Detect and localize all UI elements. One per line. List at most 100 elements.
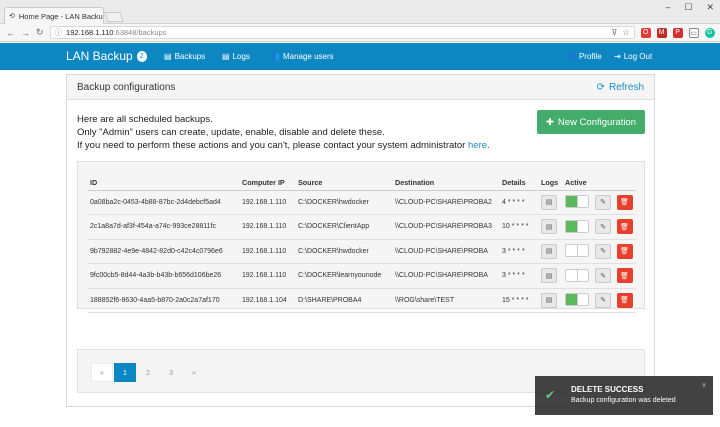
nav-backups[interactable]: ▤ Backups bbox=[164, 52, 205, 61]
delete-button[interactable]: 🗑 bbox=[616, 268, 633, 284]
view-logs-button[interactable]: ▤ bbox=[541, 219, 557, 235]
active-toggle[interactable] bbox=[565, 219, 589, 233]
info-icon[interactable]: ⓘ bbox=[55, 27, 63, 38]
pencil-icon: ✎ bbox=[600, 297, 606, 305]
nav-users-label: Manage users bbox=[282, 52, 334, 61]
pagination-next[interactable]: » bbox=[183, 363, 205, 382]
intro-text: Here are all scheduled backups. Only "Ad… bbox=[77, 113, 490, 152]
logs-icon: ▤ bbox=[545, 297, 553, 305]
url-field[interactable]: ⓘ 192.168.1.110:63848/backups ⊽ ☆ bbox=[49, 26, 635, 39]
table-row: 2c1a8a7d-af3f-454a-a74c-993ce28811fc 192.… bbox=[88, 214, 636, 240]
cell-active bbox=[563, 214, 593, 240]
trash-icon: 🗑 bbox=[620, 248, 629, 256]
nav-backups-label: Backups bbox=[174, 52, 206, 61]
mail-extension-icon[interactable]: M bbox=[656, 27, 667, 38]
cell-details: 3 * * * * bbox=[500, 263, 539, 289]
delete-button[interactable]: 🗑 bbox=[616, 292, 633, 308]
pagination-page[interactable]: 2 bbox=[137, 363, 159, 382]
cell-source: C:\DOCKER\hwdocker bbox=[296, 239, 393, 264]
browser-tab[interactable]: ⟲ Home Page - LAN Backu × bbox=[4, 7, 104, 24]
opera-extension-icon[interactable]: O bbox=[640, 27, 651, 38]
new-tab-button[interactable] bbox=[104, 12, 124, 22]
column-header: Source bbox=[296, 176, 393, 191]
logs-icon: ▤ bbox=[545, 199, 553, 207]
view-logs-button[interactable]: ▤ bbox=[541, 194, 557, 210]
edit-button[interactable]: ✎ bbox=[595, 292, 611, 308]
delete-button[interactable]: 🗑 bbox=[616, 219, 633, 235]
cell-active bbox=[563, 263, 593, 289]
delete-button[interactable]: 🗑 bbox=[616, 243, 633, 259]
list-icon: ▤ bbox=[164, 52, 172, 61]
close-window-icon[interactable]: ✕ bbox=[706, 2, 714, 13]
cell-details: 4 * * * * bbox=[500, 190, 539, 215]
edit-button[interactable]: ✎ bbox=[595, 219, 611, 235]
cell-dest: \\CLOUD-PC\SHARE\PROBA bbox=[393, 239, 500, 264]
view-logs-button[interactable]: ▤ bbox=[541, 292, 557, 308]
pagination-page[interactable]: 1 bbox=[114, 363, 136, 382]
pagination-prev[interactable]: « bbox=[91, 363, 113, 382]
refresh-button[interactable]: ⟳ Refresh bbox=[597, 82, 644, 93]
contact-link[interactable]: here bbox=[468, 140, 487, 151]
edit-button[interactable]: ✎ bbox=[595, 194, 611, 210]
trash-icon: 🗑 bbox=[620, 223, 629, 231]
nav-logout-label: Log Out bbox=[623, 52, 653, 61]
trash-icon: 🗑 bbox=[620, 297, 629, 305]
edit-button[interactable]: ✎ bbox=[595, 243, 611, 259]
grammarly-icon[interactable]: G bbox=[704, 27, 715, 38]
column-header: Logs bbox=[539, 176, 563, 191]
nav-logs[interactable]: ▤ Logs bbox=[222, 52, 250, 61]
cell-edit: ✎ bbox=[593, 214, 615, 240]
table-row: 0a08ba2c-0453-4b88-87bc-2d4debcf5ad4 192.… bbox=[88, 190, 636, 215]
back-icon[interactable]: ← bbox=[6, 28, 15, 38]
cell-id: 2c1a8a7d-af3f-454a-a74c-993ce28811fc bbox=[88, 214, 240, 240]
brand[interactable]: LAN Backup 2 bbox=[66, 49, 147, 63]
cell-logs: ▤ bbox=[539, 190, 563, 215]
active-toggle[interactable] bbox=[565, 268, 589, 282]
trash-icon: 🗑 bbox=[620, 199, 629, 207]
delete-button[interactable]: 🗑 bbox=[616, 194, 633, 210]
toast-title: DELETE SUCCESS bbox=[571, 385, 644, 394]
view-logs-button[interactable]: ▤ bbox=[541, 243, 557, 259]
cell-edit: ✎ bbox=[593, 288, 615, 313]
nav-logout[interactable]: ⇥ Log Out bbox=[614, 52, 652, 61]
cell-delete: 🗑 bbox=[614, 239, 636, 264]
window-controls: – ☐ ✕ bbox=[665, 2, 714, 13]
forward-icon[interactable]: → bbox=[21, 28, 30, 38]
edit-button[interactable]: ✎ bbox=[595, 268, 611, 284]
nav-manage-users[interactable]: 👥 Manage users bbox=[270, 52, 334, 61]
active-toggle[interactable] bbox=[565, 195, 589, 209]
column-header: Active bbox=[563, 176, 593, 191]
active-toggle[interactable] bbox=[565, 244, 589, 258]
filter-icon[interactable]: ⊽ bbox=[612, 28, 618, 37]
maximize-icon[interactable]: ☐ bbox=[684, 2, 692, 13]
toast-close-icon[interactable]: x bbox=[702, 380, 706, 389]
new-configuration-button[interactable]: ✚ New Configuration bbox=[537, 110, 645, 134]
cast-icon[interactable]: ▭ bbox=[688, 27, 699, 38]
cell-source: C:\DOCKER\ClientApp bbox=[296, 214, 393, 240]
intro-line-3: If you need to perform these actions and… bbox=[77, 140, 468, 151]
delete-toast: ✔ DELETE SUCCESS Backup configuration wa… bbox=[535, 376, 713, 415]
view-logs-button[interactable]: ▤ bbox=[541, 268, 557, 284]
cell-dest: \\ROG\share\TEST bbox=[393, 288, 500, 313]
cell-delete: 🗑 bbox=[614, 190, 636, 215]
reload-icon[interactable]: ↻ bbox=[36, 27, 44, 38]
extensions: O M P ▭ G ▬ ⋮ bbox=[640, 27, 720, 38]
column-header: Details bbox=[500, 176, 539, 191]
intro-line-2: Only "Admin" users can create, update, e… bbox=[77, 127, 385, 138]
plus-icon: ✚ bbox=[545, 116, 554, 128]
table-row: 9b792882-4e9e-4842-82d0-c42c4c0796e6 192.… bbox=[88, 239, 636, 264]
trash-icon: 🗑 bbox=[620, 272, 629, 280]
address-bar-row: ← → ↻ ⓘ 192.168.1.110:63848/backups ⊽ ☆ O… bbox=[0, 24, 720, 42]
column-header: Destination bbox=[393, 176, 500, 191]
minimize-icon[interactable]: – bbox=[665, 2, 670, 13]
cell-logs: ▤ bbox=[539, 214, 563, 240]
pagination-page[interactable]: 3 bbox=[160, 363, 182, 382]
pencil-icon: ✎ bbox=[600, 223, 606, 231]
cell-source: D:\SHARE\PROBA4 bbox=[296, 288, 393, 313]
column-header: Computer IP bbox=[240, 176, 296, 191]
bookmark-star-icon[interactable]: ☆ bbox=[622, 28, 629, 37]
toast-message: Backup configuration was deleted bbox=[571, 397, 676, 404]
pdf-extension-icon[interactable]: P bbox=[672, 27, 683, 38]
active-toggle[interactable] bbox=[565, 293, 589, 307]
nav-profile[interactable]: 👤 Profile bbox=[566, 52, 602, 61]
